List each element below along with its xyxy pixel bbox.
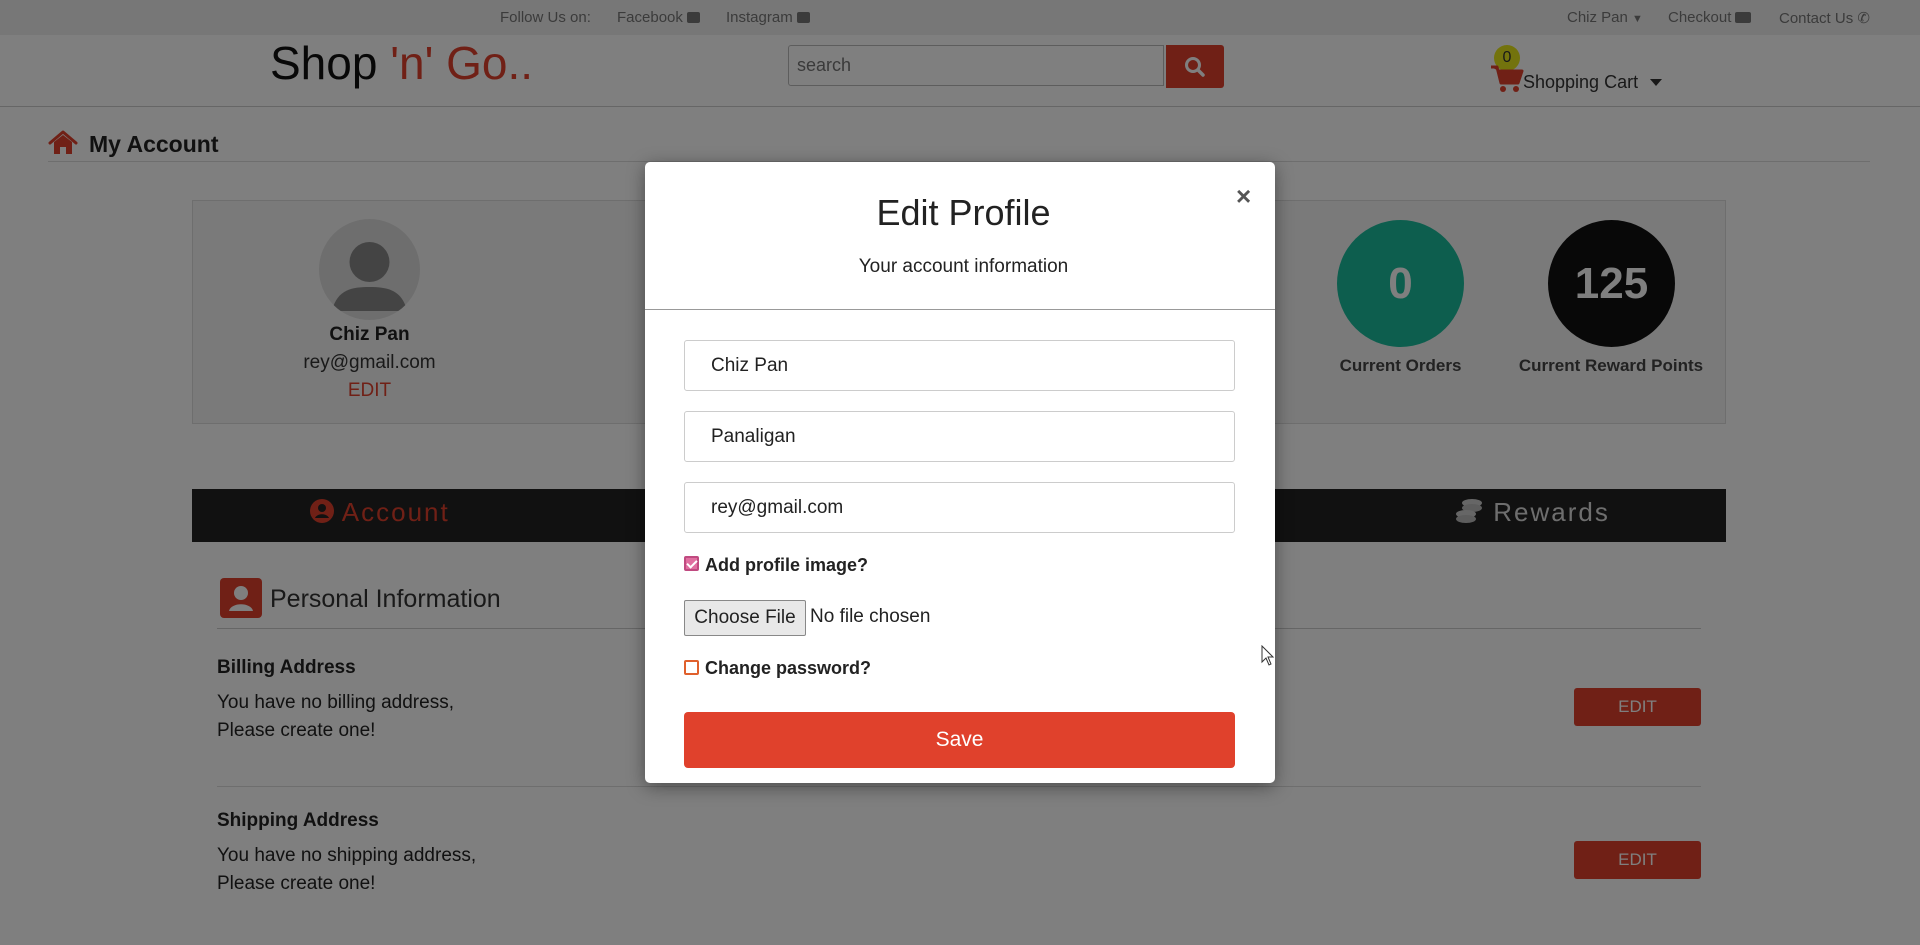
file-status-text: No file chosen — [810, 606, 931, 627]
save-button[interactable]: Save — [684, 712, 1235, 768]
first-name-field[interactable] — [684, 340, 1235, 391]
email-field[interactable] — [684, 482, 1235, 533]
change-password-checkbox[interactable] — [684, 660, 699, 675]
add-profile-image-checkbox[interactable] — [684, 556, 699, 571]
choose-file-button[interactable]: Choose File — [684, 600, 806, 636]
divider — [645, 309, 1275, 310]
modal-title: Edit Profile — [876, 192, 1051, 233]
close-icon[interactable]: × — [1236, 181, 1251, 212]
mouse-pointer-icon — [1261, 644, 1275, 672]
add-profile-image-label[interactable]: Add profile image? — [705, 555, 868, 576]
last-name-field[interactable] — [684, 411, 1235, 462]
modal-subtitle: Your account information — [858, 256, 1069, 277]
change-password-label[interactable]: Change password? — [705, 658, 871, 679]
